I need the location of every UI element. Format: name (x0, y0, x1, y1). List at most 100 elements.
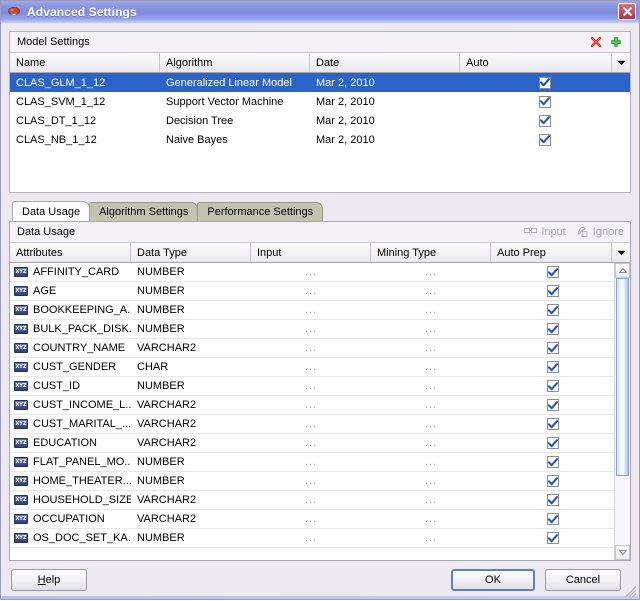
model-col-name[interactable]: Name (10, 53, 160, 72)
scroll-down-icon[interactable] (615, 545, 630, 560)
tab-performance-settings[interactable]: Performance Settings (197, 202, 323, 221)
du-cell-input[interactable]: ... (251, 418, 371, 430)
du-cell-mining-type[interactable]: ... (371, 437, 491, 449)
model-cell-auto[interactable] (460, 130, 630, 149)
du-cell-mining-type[interactable]: ... (371, 380, 491, 392)
data-usage-row[interactable]: XYZAGENUMBER...... (10, 282, 614, 301)
tab-algorithm-settings[interactable]: Algorithm Settings (89, 202, 198, 221)
du-cell-mining-type[interactable]: ... (371, 513, 491, 525)
model-column-chooser-icon[interactable] (612, 53, 630, 72)
title-bar[interactable]: Advanced Settings (1, 1, 639, 23)
data-usage-row[interactable]: XYZCUST_MARITAL_...VARCHAR2...... (10, 415, 614, 434)
scroll-up-icon[interactable] (615, 263, 630, 278)
ok-button[interactable]: OK (451, 569, 535, 591)
du-cell-auto-prep[interactable] (491, 342, 614, 354)
du-col-attributes[interactable]: Attributes (10, 243, 131, 262)
model-table-row[interactable]: CLAS_GLM_1_12Generalized Linear ModelMar… (10, 73, 630, 92)
checkbox[interactable] (547, 323, 559, 335)
du-cell-auto-prep[interactable] (491, 456, 614, 468)
du-cell-auto-prep[interactable] (491, 513, 614, 525)
data-usage-row[interactable]: XYZAFFINITY_CARDNUMBER...... (10, 263, 614, 282)
du-cell-mining-type[interactable]: ... (371, 418, 491, 430)
checkbox[interactable] (539, 134, 551, 146)
model-col-date[interactable]: Date (310, 53, 460, 72)
checkbox[interactable] (547, 475, 559, 487)
input-button[interactable]: Input (524, 226, 565, 238)
checkbox[interactable] (539, 77, 551, 89)
checkbox[interactable] (547, 266, 559, 278)
model-cell-auto[interactable] (460, 73, 630, 92)
checkbox[interactable] (547, 437, 559, 449)
green-plus-icon[interactable] (608, 35, 623, 50)
du-cell-input[interactable]: ... (251, 266, 371, 278)
du-col-mining-type[interactable]: Mining Type (371, 243, 491, 262)
ignore-button[interactable]: Ignore (576, 225, 624, 240)
data-usage-row[interactable]: XYZBOOKKEEPING_A...NUMBER...... (10, 301, 614, 320)
model-cell-auto[interactable] (460, 111, 630, 130)
checkbox[interactable] (547, 399, 559, 411)
du-cell-input[interactable]: ... (251, 323, 371, 335)
data-usage-rows[interactable]: XYZAFFINITY_CARDNUMBER......XYZAGENUMBER… (10, 263, 614, 560)
du-cell-auto-prep[interactable] (491, 532, 614, 544)
du-col-data-type[interactable]: Data Type (131, 243, 251, 262)
du-cell-input[interactable]: ... (251, 304, 371, 316)
model-table-row[interactable]: CLAS_DT_1_12Decision TreeMar 2, 2010 (10, 111, 630, 130)
checkbox[interactable] (539, 96, 551, 108)
checkbox[interactable] (547, 285, 559, 297)
du-cell-mining-type[interactable]: ... (371, 323, 491, 335)
du-cell-auto-prep[interactable] (491, 304, 614, 316)
data-usage-row[interactable]: XYZOCCUPATIONVARCHAR2...... (10, 510, 614, 529)
scroll-thumb[interactable] (616, 278, 629, 476)
du-cell-input[interactable]: ... (251, 380, 371, 392)
du-cell-mining-type[interactable]: ... (371, 361, 491, 373)
checkbox[interactable] (547, 494, 559, 506)
help-button[interactable]: Help (11, 569, 87, 591)
du-col-auto-prep[interactable]: Auto Prep (491, 243, 612, 262)
data-usage-row[interactable]: XYZCUST_GENDERCHAR...... (10, 358, 614, 377)
du-cell-auto-prep[interactable] (491, 418, 614, 430)
du-cell-mining-type[interactable]: ... (371, 304, 491, 316)
du-cell-auto-prep[interactable] (491, 285, 614, 297)
data-usage-scrollbar[interactable] (614, 263, 630, 560)
resize-grip[interactable] (624, 585, 637, 598)
du-cell-mining-type[interactable]: ... (371, 285, 491, 297)
du-cell-input[interactable]: ... (251, 361, 371, 373)
data-usage-row[interactable]: XYZCUST_INCOME_L...VARCHAR2...... (10, 396, 614, 415)
du-cell-input[interactable]: ... (251, 456, 371, 468)
model-col-algorithm[interactable]: Algorithm (160, 53, 310, 72)
model-table-row[interactable]: CLAS_NB_1_12Naive BayesMar 2, 2010 (10, 130, 630, 149)
du-cell-auto-prep[interactable] (491, 437, 614, 449)
data-usage-row[interactable]: XYZHOUSEHOLD_SIZEVARCHAR2...... (10, 491, 614, 510)
du-column-chooser-icon[interactable] (612, 243, 630, 262)
checkbox[interactable] (547, 513, 559, 525)
close-icon[interactable] (618, 3, 636, 20)
du-cell-auto-prep[interactable] (491, 494, 614, 506)
du-cell-input[interactable]: ... (251, 532, 371, 544)
du-cell-input[interactable]: ... (251, 285, 371, 297)
du-cell-input[interactable]: ... (251, 475, 371, 487)
data-usage-row[interactable]: XYZEDUCATIONVARCHAR2...... (10, 434, 614, 453)
du-cell-auto-prep[interactable] (491, 475, 614, 487)
cancel-button[interactable]: Cancel (545, 569, 621, 591)
du-cell-auto-prep[interactable] (491, 361, 614, 373)
model-table-row[interactable]: CLAS_SVM_1_12Support Vector MachineMar 2… (10, 92, 630, 111)
du-cell-mining-type[interactable]: ... (371, 456, 491, 468)
data-usage-row[interactable]: XYZHOME_THEATER...NUMBER...... (10, 472, 614, 491)
checkbox[interactable] (547, 456, 559, 468)
du-cell-mining-type[interactable]: ... (371, 399, 491, 411)
du-cell-auto-prep[interactable] (491, 323, 614, 335)
checkbox[interactable] (547, 532, 559, 544)
data-usage-row[interactable]: XYZBULK_PACK_DISK...NUMBER...... (10, 320, 614, 339)
data-usage-row[interactable]: XYZFLAT_PANEL_MO...NUMBER...... (10, 453, 614, 472)
du-cell-input[interactable]: ... (251, 399, 371, 411)
data-usage-row[interactable]: XYZOS_DOC_SET_KA...NUMBER...... (10, 529, 614, 548)
model-col-auto[interactable]: Auto (460, 53, 612, 72)
checkbox[interactable] (539, 115, 551, 127)
du-cell-input[interactable]: ... (251, 437, 371, 449)
du-cell-mining-type[interactable]: ... (371, 266, 491, 278)
red-x-icon[interactable] (588, 35, 603, 50)
tab-data-usage[interactable]: Data Usage (12, 201, 90, 221)
data-usage-row[interactable]: XYZCUST_IDNUMBER...... (10, 377, 614, 396)
du-cell-input[interactable]: ... (251, 513, 371, 525)
du-col-input[interactable]: Input (251, 243, 371, 262)
